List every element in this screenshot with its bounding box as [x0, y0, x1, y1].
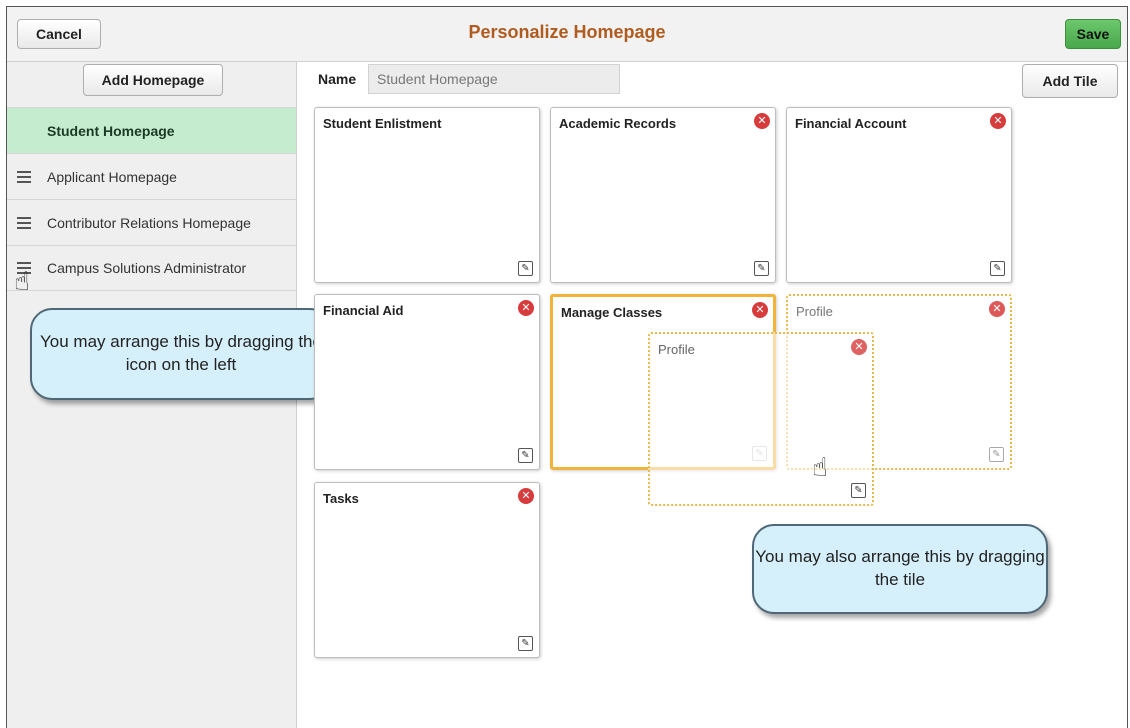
close-circle-icon[interactable]: ✕	[851, 339, 867, 355]
sidebar-item-campus-solutions-administrator[interactable]: Campus Solutions Administrator	[7, 245, 296, 291]
close-circle-icon[interactable]: ✕	[518, 488, 534, 504]
sidebar-item-label: Student Homepage	[47, 122, 175, 139]
add-tile-button[interactable]: Add Tile	[1022, 64, 1118, 98]
sidebar-item-applicant-homepage[interactable]: Applicant Homepage	[7, 153, 296, 199]
save-button[interactable]: Save	[1065, 19, 1121, 49]
close-circle-icon[interactable]: ✕	[990, 113, 1006, 129]
tile-financial-account[interactable]: Financial Account ✕ ✎	[786, 107, 1012, 283]
tile-financial-aid[interactable]: Financial Aid ✕ ✎	[314, 294, 540, 470]
sidebar-item-student-homepage[interactable]: Student Homepage	[7, 107, 296, 153]
grab-hand-icon: ☝	[14, 266, 30, 296]
tile-title: Profile	[658, 342, 695, 357]
tile-student-enlistment[interactable]: Student Enlistment ✎	[314, 107, 540, 283]
drag-handle-icon[interactable]	[17, 170, 31, 183]
edit-icon[interactable]: ✎	[754, 261, 769, 276]
grab-hand-icon: ☝	[812, 452, 828, 482]
tile-title: Financial Aid	[323, 303, 404, 318]
page-title: Personalize Homepage	[468, 22, 666, 42]
homepage-name-input[interactable]	[368, 64, 620, 94]
close-circle-icon[interactable]: ✕	[518, 300, 534, 316]
edit-icon[interactable]: ✎	[518, 448, 533, 463]
sidebar-item-label: Contributor Relations Homepage	[47, 214, 251, 231]
add-homepage-button[interactable]: Add Homepage	[83, 64, 223, 96]
sidebar-item-label: Campus Solutions Administrator	[47, 260, 247, 276]
edit-icon[interactable]: ✎	[518, 636, 533, 651]
tile-title: Tasks	[323, 491, 359, 506]
tile-title: Manage Classes	[561, 305, 663, 320]
name-label: Name	[318, 71, 357, 87]
tile-tip-callout: You may also arrange this by dragging th…	[752, 524, 1048, 614]
close-circle-icon: ✕	[989, 301, 1005, 317]
sidebar-item-label: Applicant Homepage	[47, 168, 177, 185]
sidebar-item-contributor-relations-homepage[interactable]: Contributor Relations Homepage	[7, 199, 296, 245]
sidebar-tip-callout: You may arrange this by dragging the ico…	[30, 308, 332, 400]
edit-icon[interactable]: ✎	[851, 483, 866, 498]
close-circle-icon[interactable]: ✕	[754, 113, 770, 129]
tile-title: Student Enlistment	[323, 116, 442, 131]
drag-handle-icon[interactable]	[17, 216, 31, 229]
close-circle-icon[interactable]: ✕	[752, 302, 768, 318]
tile-tasks[interactable]: Tasks ✕ ✎	[314, 482, 540, 658]
tile-academic-records[interactable]: Academic Records ✕ ✎	[550, 107, 776, 283]
edit-icon[interactable]: ✎	[990, 261, 1005, 276]
edit-icon[interactable]: ✎	[518, 261, 533, 276]
tile-title: Profile	[796, 304, 833, 319]
dragging-tile-profile[interactable]: Profile ✕ ✎	[648, 332, 874, 506]
tile-title: Financial Account	[795, 116, 907, 131]
header-bar: Cancel Personalize Homepage Save	[7, 7, 1127, 62]
edit-icon: ✎	[989, 447, 1004, 462]
tile-title: Academic Records	[559, 116, 677, 131]
